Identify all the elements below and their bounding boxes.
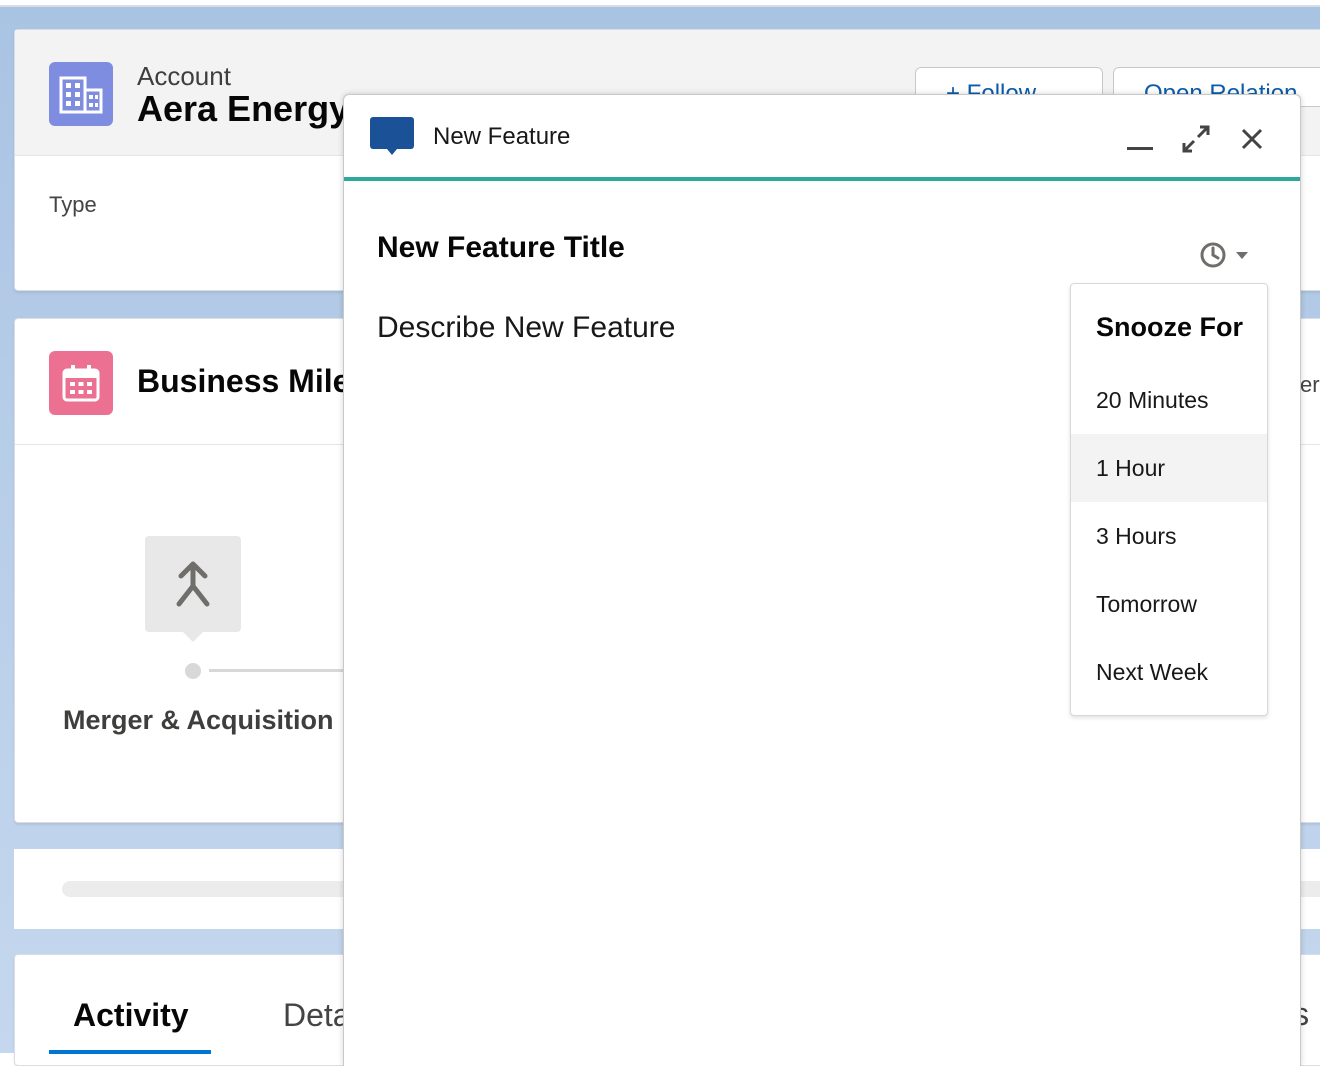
snooze-option-next-week[interactable]: Next Week — [1071, 638, 1267, 706]
snooze-heading: Snooze For — [1096, 312, 1243, 342]
milestone-label: Merger & Acquisition — [63, 705, 334, 735]
close-icon — [1241, 128, 1263, 150]
snooze-menu-button[interactable] — [1196, 237, 1252, 273]
composer-title: New Feature — [433, 123, 571, 150]
chat-bubble-icon — [370, 117, 414, 155]
minimize-icon — [1127, 147, 1153, 150]
account-building-icon — [49, 62, 113, 126]
snooze-option-3-hours[interactable]: 3 Hours — [1071, 502, 1267, 570]
field-label-type: Type — [49, 192, 97, 217]
snooze-dropdown: Snooze For 20 Minutes 1 Hour 3 Hours Tom… — [1070, 283, 1268, 716]
minimize-button[interactable] — [1122, 121, 1158, 157]
tab-activity-underline — [49, 1050, 211, 1054]
feature-description: Describe New Feature — [377, 311, 676, 344]
timeline-line — [209, 669, 349, 672]
expand-button[interactable] — [1178, 121, 1214, 157]
snooze-option-20-minutes[interactable]: 20 Minutes — [1071, 366, 1267, 434]
clock-icon — [1200, 242, 1226, 268]
merge-icon — [176, 561, 210, 607]
tab-details[interactable]: Deta — [283, 997, 351, 1034]
tab-activity[interactable]: Activity — [73, 997, 189, 1034]
milestones-title: Business Mile — [137, 363, 351, 399]
snooze-option-tomorrow[interactable]: Tomorrow — [1071, 570, 1267, 638]
composer-header: New Feature — [344, 95, 1300, 181]
calendar-icon — [49, 351, 113, 415]
expand-icon — [1182, 125, 1210, 153]
milestone-tile[interactable] — [145, 536, 241, 642]
snooze-option-1-hour[interactable]: 1 Hour — [1071, 434, 1267, 502]
milestones-right-peek-text: er — [1300, 372, 1320, 397]
new-feature-composer: New Feature New Feature Title Describe N… — [343, 94, 1301, 1066]
close-button[interactable] — [1234, 121, 1270, 157]
record-name: Aera Energy — [137, 88, 350, 129]
chevron-down-icon — [1236, 252, 1248, 259]
timeline-dot — [185, 663, 201, 679]
feature-title: New Feature Title — [377, 231, 625, 264]
